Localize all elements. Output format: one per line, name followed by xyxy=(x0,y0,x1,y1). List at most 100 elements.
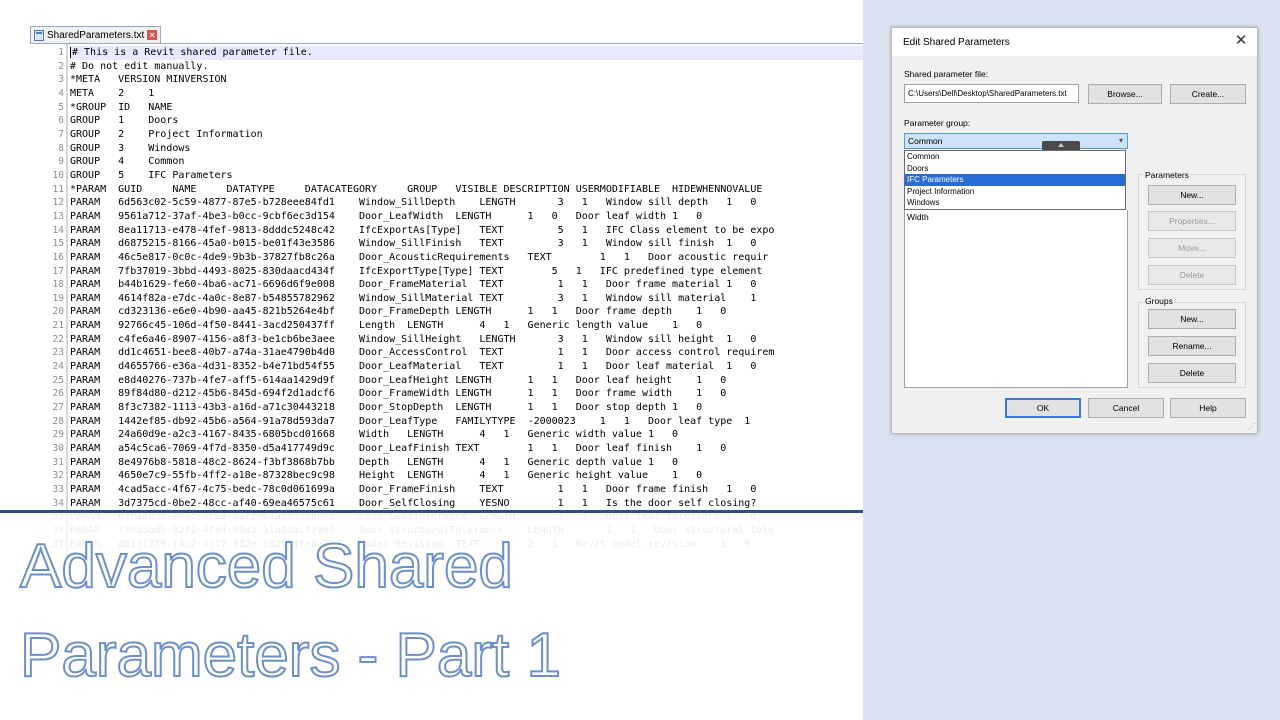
code-line: PARAM 24a60d9e-a2c3-4167-8435-6805bcd016… xyxy=(70,429,679,441)
code-line: GROUP 2 Project Information xyxy=(70,128,263,140)
slide-title-line-2: Parameters - Part 1 xyxy=(19,620,562,691)
code-line: PARAM e8d40276-737b-4fe7-aff5-614aa1429d… xyxy=(70,374,727,386)
chevron-down-icon: ▾ xyxy=(1118,136,1123,145)
help-button[interactable]: Help xyxy=(1170,398,1246,418)
cancel-button[interactable]: Cancel xyxy=(1088,398,1164,418)
text-caret xyxy=(70,46,71,58)
group-label: Parameter group: xyxy=(904,118,971,128)
code-line: *META VERSION MINVERSION xyxy=(70,74,227,86)
line-number: 18 xyxy=(52,279,64,291)
line-number: 24 xyxy=(52,361,64,373)
code-line: PARAM 4614f82a-e7dc-4a0c-8e87-b548557829… xyxy=(70,292,757,304)
code-line: GROUP 4 Common xyxy=(70,156,185,168)
tab-label: SharedParameters.txt xyxy=(47,29,145,41)
ok-button[interactable]: OK xyxy=(1005,398,1081,418)
group-option[interactable]: Doors xyxy=(905,163,1125,175)
group-selected-value: Common xyxy=(908,136,943,146)
code-line: PARAM 8ea11713-e478-4fef-9813-8dddc5248c… xyxy=(70,224,775,236)
param-properties-button[interactable]: Properties... xyxy=(1148,211,1236,231)
line-number: 30 xyxy=(52,443,64,455)
code-line: PARAM 4cad5acc-4f67-4c75-bedc-78c0d06169… xyxy=(70,484,757,495)
line-number: 31 xyxy=(52,456,64,468)
line-number: 10 xyxy=(52,169,64,181)
line-number: 16 xyxy=(52,251,64,263)
line-number: 4 xyxy=(58,87,64,99)
tab-close-icon[interactable]: × xyxy=(147,30,158,40)
code-line: PARAM 8e4976b8-5818-48c2-8624-f3bf3868b7… xyxy=(70,456,679,468)
line-number: 2 xyxy=(58,60,64,72)
file-label: Shared parameter file: xyxy=(904,69,989,79)
line-number: 34 xyxy=(52,497,64,509)
parameters-section-label: Parameters xyxy=(1144,170,1190,180)
code-line: GROUP 3 Windows xyxy=(70,142,191,154)
code-line: PARAM 3d7375cd-0be2-48cc-af40-69ea46575c… xyxy=(70,497,757,509)
group-option[interactable]: Project Information xyxy=(905,186,1125,198)
line-number: 14 xyxy=(52,224,64,236)
param-move-button[interactable]: Move... xyxy=(1148,238,1236,258)
gutter-divider xyxy=(66,44,68,564)
code-line: PARAM 46c5e817-0c0c-4de9-9b3b-37827fb8c2… xyxy=(70,251,769,263)
group-rename-button[interactable]: Rename... xyxy=(1148,336,1236,356)
parameter-item[interactable]: Width xyxy=(907,212,929,222)
browse-button[interactable]: Browse... xyxy=(1088,84,1162,104)
line-number: 32 xyxy=(52,470,64,482)
group-option[interactable]: IFC Parameters xyxy=(905,174,1125,186)
code-line: PARAM d4655766-e36a-4d31-8352-b4e71bd54f… xyxy=(70,361,757,373)
line-number: 29 xyxy=(52,429,64,441)
group-dropdown-list[interactable]: Common Doors IFC Parameters Project Informa… xyxy=(904,150,1126,210)
group-option[interactable]: Common xyxy=(905,151,1125,163)
code-line: META 2 1 xyxy=(70,87,155,99)
code-line: *PARAM GUID NAME DATATYPE DATACATEGORY G… xyxy=(70,183,763,195)
resize-grip-icon[interactable]: ⋰ xyxy=(1248,422,1256,431)
code-line: # This is a Revit shared parameter file. xyxy=(70,46,863,60)
parameter-group-select[interactable]: Common ▾ xyxy=(904,133,1128,149)
code-line: PARAM 8f3c7382-1113-43b3-a16d-a71c304432… xyxy=(70,402,703,414)
groups-section-label: Groups xyxy=(1144,296,1174,306)
code-line: # Do not edit manually. xyxy=(70,60,209,72)
line-number: 11 xyxy=(52,183,64,195)
code-line: PARAM 6d563c02-5c59-4877-87e5-b728eee84f… xyxy=(70,197,757,209)
close-icon[interactable]: ✕ xyxy=(1232,32,1250,50)
editor-panel: SharedParameters.txt × 1 2 3 4 5 6 7 8 9 10 11 12 13… xyxy=(0,0,863,720)
code-line: PARAM cd323136-e6e0-4b90-aa45-821b5264e4… xyxy=(70,306,727,318)
code-line: PARAM c4fe6a46-8907-4156-a8f3-be1cb6be3a… xyxy=(70,333,757,345)
group-option[interactable]: Windows xyxy=(905,197,1125,209)
line-number: 12 xyxy=(52,197,64,209)
line-number: 3 xyxy=(58,74,64,86)
line-number: 1 xyxy=(58,47,64,58)
editor-tab[interactable]: SharedParameters.txt × xyxy=(30,26,162,43)
line-number-gutter: 1 2 3 4 5 6 7 8 9 10 11 12 13 14 15 16 17 18 19 20 21 22 23 24 2… xyxy=(30,46,64,551)
code-line: GROUP 1 Doors xyxy=(70,115,179,127)
code-area[interactable]: # This is a Revit shared parameter file.… xyxy=(70,46,863,551)
group-new-button[interactable]: New... xyxy=(1148,309,1236,329)
line-number: 20 xyxy=(52,306,64,318)
group-delete-button[interactable]: Delete xyxy=(1148,363,1236,383)
slide-title: Advanced Shared Parameters - Part 1 xyxy=(19,522,860,700)
create-button[interactable]: Create... xyxy=(1170,84,1246,104)
param-delete-button[interactable]: Delete xyxy=(1148,265,1236,285)
line-number: 21 xyxy=(52,320,64,332)
parameters-list[interactable]: Width xyxy=(904,210,1128,388)
edit-shared-parameters-dialog: Edit Shared Parameters ✕ Shared paramete… xyxy=(891,27,1258,434)
code-line: PARAM 1442ef85-db92-45b6-a564-91a78d593d… xyxy=(70,415,751,427)
line-number: 15 xyxy=(52,238,64,250)
param-new-button[interactable]: New... xyxy=(1148,185,1236,205)
dialog-title: Edit Shared Parameters xyxy=(903,37,1010,48)
code-line: PARAM 89f84d80-d212-45b6-845d-694f2d1adc… xyxy=(70,388,727,400)
file-path-field[interactable]: C:\Users\Dell\Desktop\SharedParameters.t… xyxy=(904,84,1079,103)
line-number: 5 xyxy=(58,101,64,113)
code-line: PARAM 4650e7c9-55fb-4ff2-a18e-87328bec9c… xyxy=(70,470,703,482)
file-icon xyxy=(34,29,44,41)
line-number: 25 xyxy=(52,374,64,386)
line-number: 22 xyxy=(52,333,64,345)
slide-title-line-1: Advanced Shared xyxy=(19,531,514,602)
line-number: 27 xyxy=(52,402,64,414)
code-line: GROUP 5 IFC Parameters xyxy=(70,169,233,181)
text-editor[interactable]: 1 2 3 4 5 6 7 8 9 10 11 12 13 14 15 16 17 18 19 20 21 22 23 24 2… xyxy=(30,44,863,564)
code-line: PARAM 92766c45-106d-4f50-8441-3acd250437… xyxy=(70,320,703,332)
code-line: *GROUP ID NAME xyxy=(70,101,173,113)
line-number: 6 xyxy=(58,115,64,127)
code-line: PARAM 7fb37019-3bbd-4493-8025-830daacd43… xyxy=(70,265,763,277)
line-number: 8 xyxy=(58,142,64,154)
line-number: 26 xyxy=(52,388,64,400)
